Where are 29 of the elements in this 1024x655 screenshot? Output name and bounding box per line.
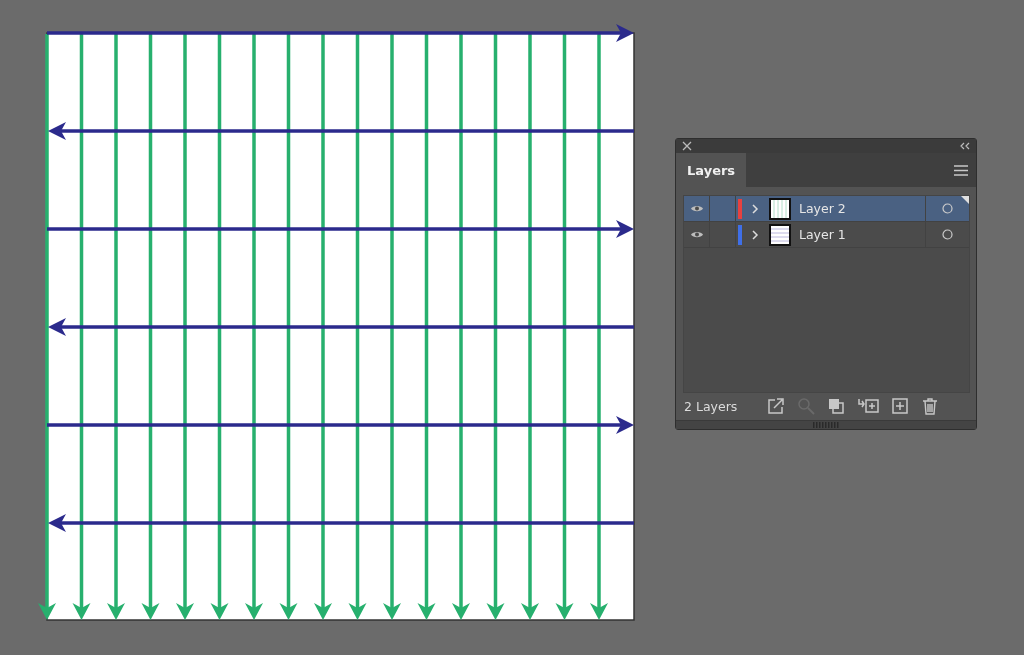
- layer-row[interactable]: Layer 1: [684, 222, 969, 248]
- export-icon: [767, 397, 786, 415]
- layer-row[interactable]: Layer 2: [684, 196, 969, 222]
- trash-icon: [921, 397, 940, 415]
- target-circle-icon[interactable]: [942, 203, 953, 214]
- chevron-icon[interactable]: [752, 203, 759, 214]
- target-circle-icon[interactable]: [942, 229, 953, 240]
- add-icon: [891, 397, 910, 415]
- toolbar-button[interactable]: [767, 397, 786, 415]
- collapse-icon[interactable]: [959, 142, 970, 150]
- toolbar-button[interactable]: [891, 397, 910, 415]
- add-sublayer-icon: [857, 397, 880, 415]
- toolbar-button[interactable]: [827, 397, 846, 415]
- panel-tab[interactable]: Layers: [676, 153, 747, 187]
- menu-icon[interactable]: [954, 164, 968, 176]
- eye-icon[interactable]: [689, 230, 704, 239]
- selection-corner-icon: [961, 196, 969, 204]
- layer-thumbnail: [769, 223, 791, 246]
- layer-count: 2 Layers: [684, 398, 738, 414]
- chevron-icon[interactable]: [752, 229, 759, 240]
- layer-thumbnail: [769, 197, 791, 220]
- eye-icon[interactable]: [689, 204, 704, 213]
- layer-name: Layer 2: [799, 201, 847, 216]
- close-icon[interactable]: [682, 141, 692, 151]
- layer-name: Layer 1: [799, 227, 847, 242]
- toolbar-button[interactable]: [921, 397, 940, 415]
- overlapping-squares-icon: [827, 397, 846, 415]
- toolbar-button[interactable]: [857, 397, 880, 415]
- resize-grip-icon[interactable]: [813, 422, 839, 428]
